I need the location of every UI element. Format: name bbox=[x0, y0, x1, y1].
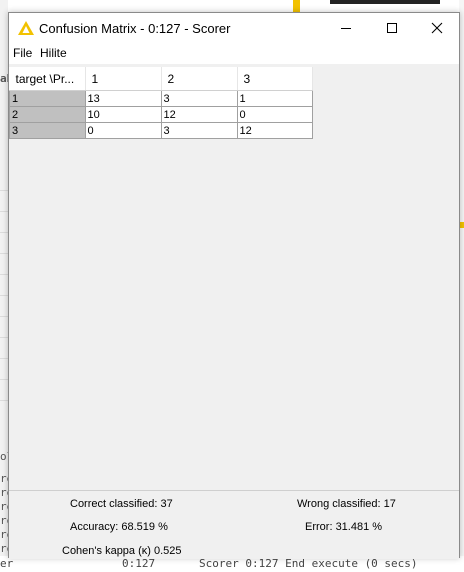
kappa-value: 0.525 bbox=[154, 545, 182, 557]
matrix-view: target \Pr... 1 2 3 1 13 3 1 2 10 12 0 3… bbox=[9, 64, 459, 489]
confusion-matrix-window: Confusion Matrix - 0:127 - Scorer File H… bbox=[8, 12, 460, 559]
table-cell[interactable]: 0 bbox=[84, 122, 162, 139]
table-cell[interactable]: 10 bbox=[84, 106, 162, 123]
table-cell[interactable]: 12 bbox=[160, 106, 238, 123]
column-header-corner[interactable]: target \Pr... bbox=[9, 67, 86, 91]
accuracy-stat: Accuracy: 68.519 % bbox=[70, 521, 168, 533]
background-node-accent bbox=[293, 0, 300, 12]
table-row[interactable]: 1 13 3 1 bbox=[9, 90, 313, 107]
maximize-button[interactable] bbox=[369, 13, 415, 43]
row-header-3[interactable]: 3 bbox=[9, 122, 86, 139]
close-icon bbox=[431, 22, 443, 34]
row-header-2[interactable]: 2 bbox=[9, 106, 86, 123]
kappa-stat: Cohen's kappa (κ) 0.525 bbox=[62, 545, 182, 557]
error-unit: % bbox=[372, 521, 383, 533]
background-text-fragment: ab bbox=[0, 72, 8, 85]
wrong-classified-label: Wrong classified: bbox=[297, 498, 381, 510]
kappa-label: Cohen's kappa (κ) bbox=[62, 545, 151, 557]
background-text-fragment: re bbox=[0, 486, 8, 499]
column-header-2[interactable]: 2 bbox=[161, 67, 238, 91]
accuracy-value: 68.519 bbox=[121, 521, 156, 533]
background-text-fragment: re bbox=[0, 500, 8, 513]
background-text-fragment: ol bbox=[0, 450, 8, 463]
knime-warning-icon bbox=[18, 21, 34, 35]
background-text-fragment: re bbox=[0, 472, 8, 485]
background-text-fragment: re bbox=[0, 514, 8, 527]
close-button[interactable] bbox=[414, 13, 460, 43]
error-stat: Error: 31.481 % bbox=[305, 521, 382, 533]
confusion-matrix-table: target \Pr... 1 2 3 1 13 3 1 2 10 12 0 3… bbox=[9, 67, 313, 139]
background-toolbar-strip bbox=[330, 0, 440, 4]
accuracy-unit: % bbox=[158, 521, 168, 533]
table-cell[interactable]: 3 bbox=[160, 122, 238, 139]
window-title: Confusion Matrix - 0:127 - Scorer bbox=[39, 21, 231, 36]
table-row[interactable]: 2 10 12 0 bbox=[9, 106, 313, 123]
wrong-classified-stat: Wrong classified: 17 bbox=[297, 498, 396, 510]
table-cell[interactable]: 12 bbox=[236, 122, 313, 139]
table-cell[interactable]: 0 bbox=[236, 106, 313, 123]
title-bar[interactable]: Confusion Matrix - 0:127 - Scorer bbox=[9, 13, 459, 44]
menu-hilite[interactable]: Hilite bbox=[40, 46, 67, 60]
correct-classified-stat: Correct classified: 37 bbox=[70, 498, 173, 510]
error-label: Error: bbox=[305, 521, 333, 533]
accuracy-label: Accuracy: bbox=[70, 521, 119, 533]
minimize-button[interactable] bbox=[323, 13, 369, 43]
correct-classified-value: 37 bbox=[160, 498, 173, 510]
table-cell[interactable]: 13 bbox=[84, 90, 162, 107]
row-header-1[interactable]: 1 bbox=[9, 90, 86, 107]
background-text-fragment: re bbox=[0, 542, 8, 555]
table-header-row: target \Pr... 1 2 3 bbox=[9, 67, 313, 91]
statistics-panel: Correct classified: 37 Wrong classified:… bbox=[9, 490, 459, 559]
background-grid-lines bbox=[0, 170, 8, 420]
background-text-fragment: re bbox=[0, 528, 8, 541]
correct-classified-label: Correct classified: bbox=[70, 498, 158, 510]
table-cell[interactable]: 3 bbox=[160, 90, 238, 107]
wrong-classified-value: 17 bbox=[383, 498, 396, 510]
menu-bar: File Hilite bbox=[9, 44, 459, 64]
maximize-icon bbox=[387, 23, 397, 33]
column-header-3[interactable]: 3 bbox=[237, 67, 313, 91]
column-header-1[interactable]: 1 bbox=[85, 67, 162, 91]
table-cell[interactable]: 1 bbox=[236, 90, 313, 107]
menu-file[interactable]: File bbox=[13, 46, 32, 60]
error-value: 31.481 bbox=[335, 521, 370, 533]
table-row[interactable]: 3 0 3 12 bbox=[9, 122, 313, 139]
minimize-icon bbox=[341, 28, 351, 29]
